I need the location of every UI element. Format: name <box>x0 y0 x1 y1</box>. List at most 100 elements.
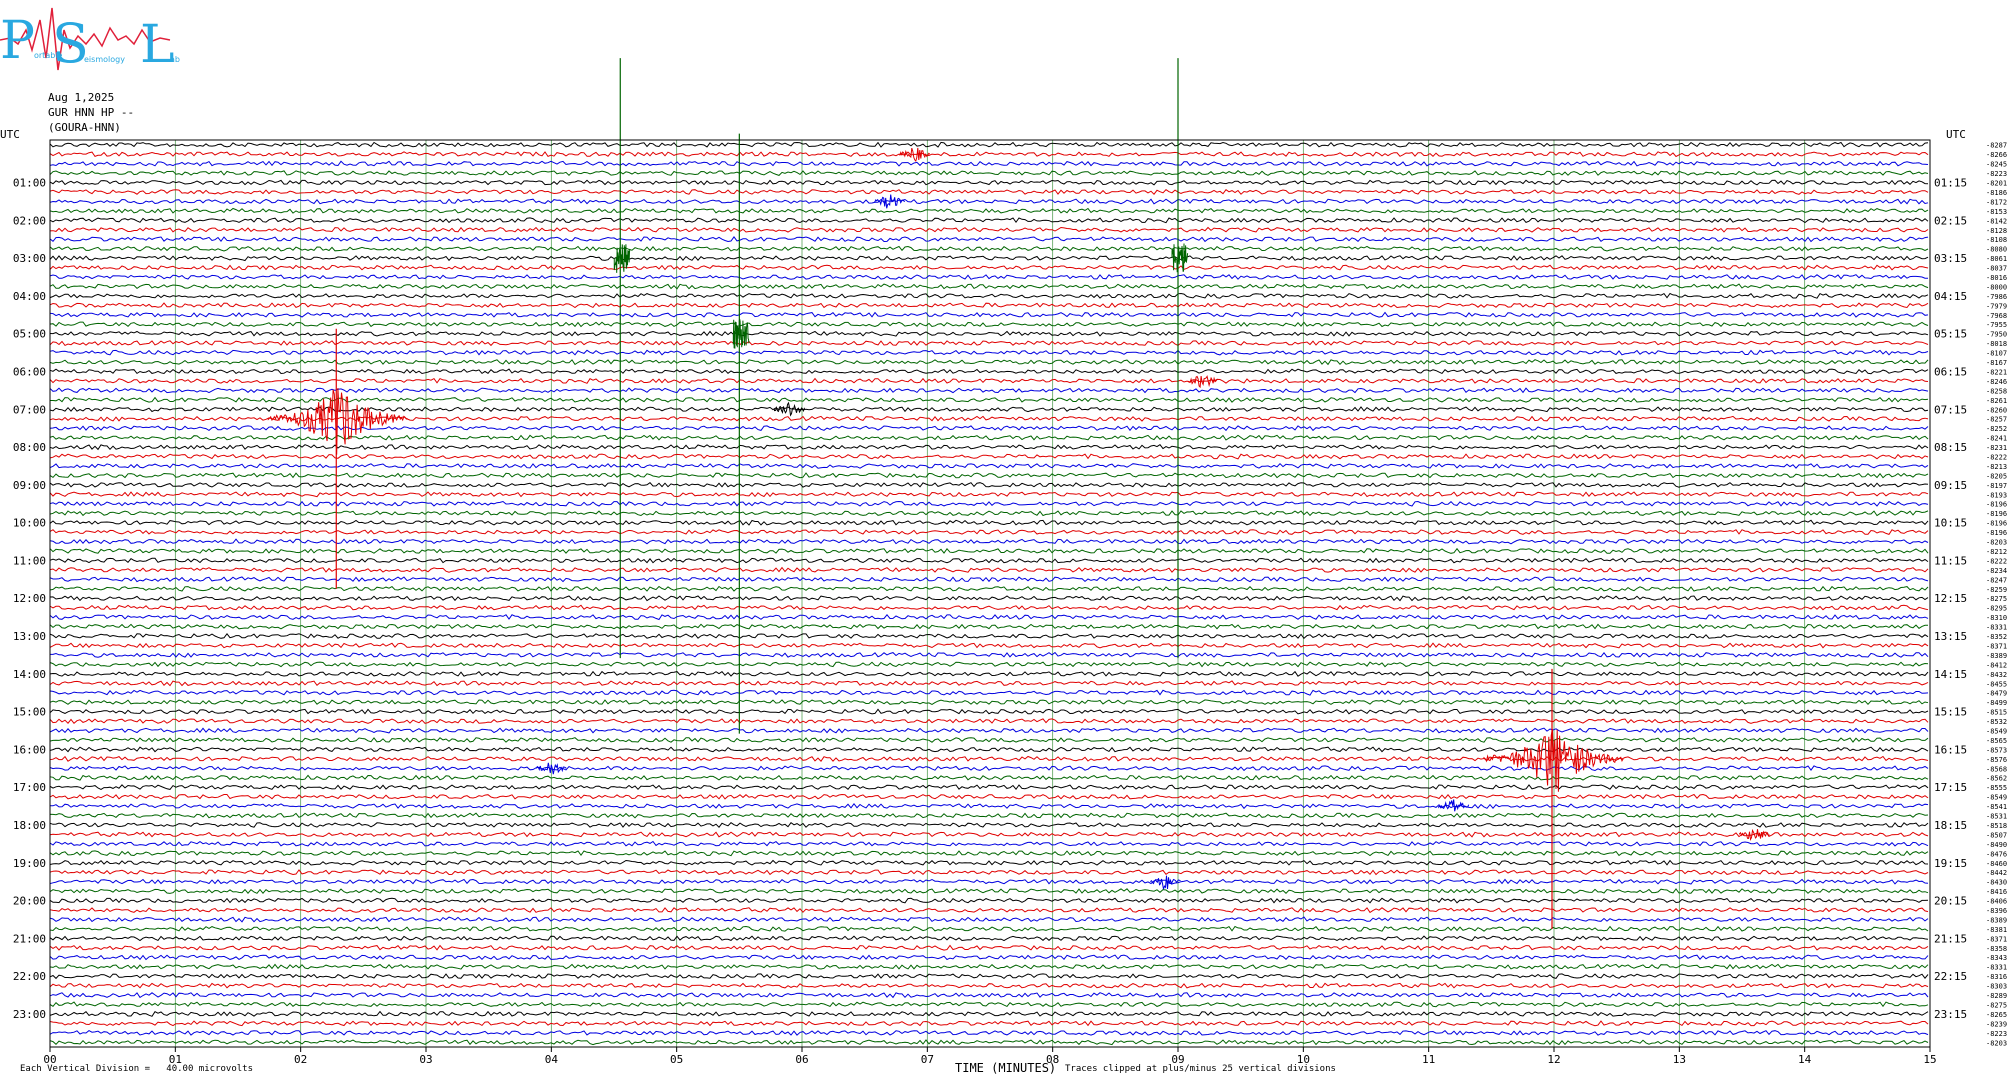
trace-offset-label-51: -8331 <box>1986 624 2007 632</box>
trace-offset-label-4: -8201 <box>1986 180 2007 188</box>
event-burst-10 <box>1149 875 1181 890</box>
trace-row-41 <box>49 529 1929 535</box>
left-hour-label-12:00: 12:00 <box>13 592 46 605</box>
trace-offset-label-84: -8371 <box>1986 935 2007 943</box>
trace-row-44 <box>49 557 1929 564</box>
trace-offset-label-9: -8128 <box>1986 227 2007 235</box>
left-hour-label-17:00: 17:00 <box>13 781 46 794</box>
trace-offset-label-52: -8352 <box>1986 633 2007 641</box>
right-hour-label-07:15: 07:15 <box>1934 403 1967 416</box>
trace-offset-label-19: -7955 <box>1986 321 2007 329</box>
trace-row-18 <box>49 311 1929 318</box>
trace-offset-label-77: -8442 <box>1986 869 2007 877</box>
trace-row-31 <box>49 434 1929 441</box>
trace-row-68 <box>49 784 1929 791</box>
trace-row-92 <box>49 1010 1929 1017</box>
trace-row-2 <box>49 160 1929 167</box>
trace-offset-label-93: -8239 <box>1986 1020 2007 1028</box>
event-burst-12 <box>1738 828 1770 841</box>
trace-offset-label-28: -8260 <box>1986 406 2007 414</box>
trace-offset-label-42: -8203 <box>1986 539 2007 547</box>
trace-offset-label-36: -8197 <box>1986 482 2007 490</box>
trace-row-33 <box>49 453 1929 460</box>
trace-row-49 <box>49 604 1929 611</box>
trace-row-53 <box>49 642 1929 649</box>
trace-row-79 <box>49 888 1929 895</box>
trace-row-84 <box>49 935 1929 942</box>
trace-row-43 <box>49 547 1929 554</box>
trace-row-75 <box>49 850 1929 857</box>
trace-row-93 <box>49 1020 1929 1027</box>
trace-row-24 <box>49 368 1929 375</box>
trace-row-22 <box>49 349 1929 356</box>
x-tick-label-13: 13 <box>1673 1053 1686 1066</box>
x-tick-label-06: 06 <box>795 1053 808 1066</box>
trace-row-23 <box>49 359 1929 366</box>
trace-offset-label-44: -8222 <box>1986 557 2007 565</box>
trace-row-30 <box>49 425 1929 432</box>
trace-offset-label-94: -8223 <box>1986 1030 2007 1038</box>
right-hour-label-05:15: 05:15 <box>1934 328 1967 341</box>
trace-row-40 <box>49 519 1929 526</box>
right-hour-label-12:15: 12:15 <box>1934 592 1967 605</box>
trace-offset-label-34: -8213 <box>1986 463 2007 471</box>
right-hour-label-14:15: 14:15 <box>1934 668 1967 681</box>
left-axis-title: UTC <box>0 128 20 141</box>
trace-row-46 <box>49 576 1929 583</box>
trace-row-26 <box>49 387 1929 394</box>
trace-row-4 <box>49 179 1929 186</box>
right-hour-label-15:15: 15:15 <box>1934 706 1967 719</box>
trace-offset-label-10: -8108 <box>1986 236 2007 244</box>
trace-row-76 <box>49 859 1929 866</box>
x-tick-label-11: 11 <box>1422 1053 1435 1066</box>
trace-offset-label-5: -8186 <box>1986 189 2007 197</box>
x-tick-label-14: 14 <box>1798 1053 1812 1066</box>
trace-offset-label-38: -8196 <box>1986 501 2007 509</box>
trace-offset-label-2: -8245 <box>1986 161 2007 169</box>
right-hour-label-20:15: 20:15 <box>1934 895 1967 908</box>
trace-row-83 <box>49 925 1929 932</box>
left-hour-label-11:00: 11:00 <box>13 554 46 567</box>
x-tick-label-15: 15 <box>1923 1053 1936 1066</box>
left-hour-label-23:00: 23:00 <box>13 1008 46 1021</box>
trace-offset-label-76: -8460 <box>1986 860 2007 868</box>
trace-row-21 <box>49 340 1929 347</box>
right-hour-label-09:15: 09:15 <box>1934 479 1967 492</box>
trace-offset-label-82: -8389 <box>1986 916 2007 924</box>
trace-row-74 <box>49 840 1929 847</box>
trace-row-47 <box>49 585 1929 592</box>
left-hour-label-06:00: 06:00 <box>13 365 46 378</box>
scale-note: Each Vertical Division = 40.00 microvolt… <box>20 1064 253 1074</box>
trace-offset-label-11: -8080 <box>1986 246 2007 254</box>
trace-offset-label-72: -8518 <box>1986 822 2007 830</box>
trace-offset-label-20: -7950 <box>1986 331 2007 339</box>
trace-offset-label-40: -8196 <box>1986 520 2007 528</box>
trace-offset-label-43: -8212 <box>1986 548 2007 556</box>
trace-offset-label-69: -8549 <box>1986 794 2007 802</box>
x-tick-label-04: 04 <box>545 1053 559 1066</box>
trace-row-39 <box>49 510 1929 517</box>
trace-offset-label-12: -8061 <box>1986 255 2007 263</box>
trace-row-59 <box>49 699 1929 706</box>
trace-offset-label-88: -8316 <box>1986 973 2007 981</box>
trace-row-3 <box>49 170 1929 177</box>
trace-row-25 <box>49 377 1929 384</box>
trace-row-35 <box>49 472 1929 479</box>
trace-row-94 <box>49 1030 1929 1036</box>
trace-offset-label-73: -8507 <box>1986 831 2007 839</box>
trace-row-63 <box>49 737 1929 743</box>
right-hour-label-17:15: 17:15 <box>1934 781 1967 794</box>
trace-offset-label-87: -8331 <box>1986 964 2007 972</box>
right-hour-label-02:15: 02:15 <box>1934 214 1967 227</box>
trace-row-50 <box>49 614 1929 621</box>
trace-offset-label-55: -8412 <box>1986 661 2007 669</box>
trace-offset-label-0: -8287 <box>1986 142 2007 150</box>
left-hour-label-08:00: 08:00 <box>13 441 46 454</box>
trace-row-87 <box>49 963 1929 970</box>
trace-row-91 <box>49 1001 1929 1008</box>
trace-offset-label-17: -7979 <box>1986 302 2007 310</box>
trace-offset-label-63: -8565 <box>1986 737 2007 745</box>
left-hour-label-19:00: 19:00 <box>13 857 46 870</box>
trace-row-10 <box>49 236 1929 243</box>
trace-row-71 <box>49 812 1929 819</box>
